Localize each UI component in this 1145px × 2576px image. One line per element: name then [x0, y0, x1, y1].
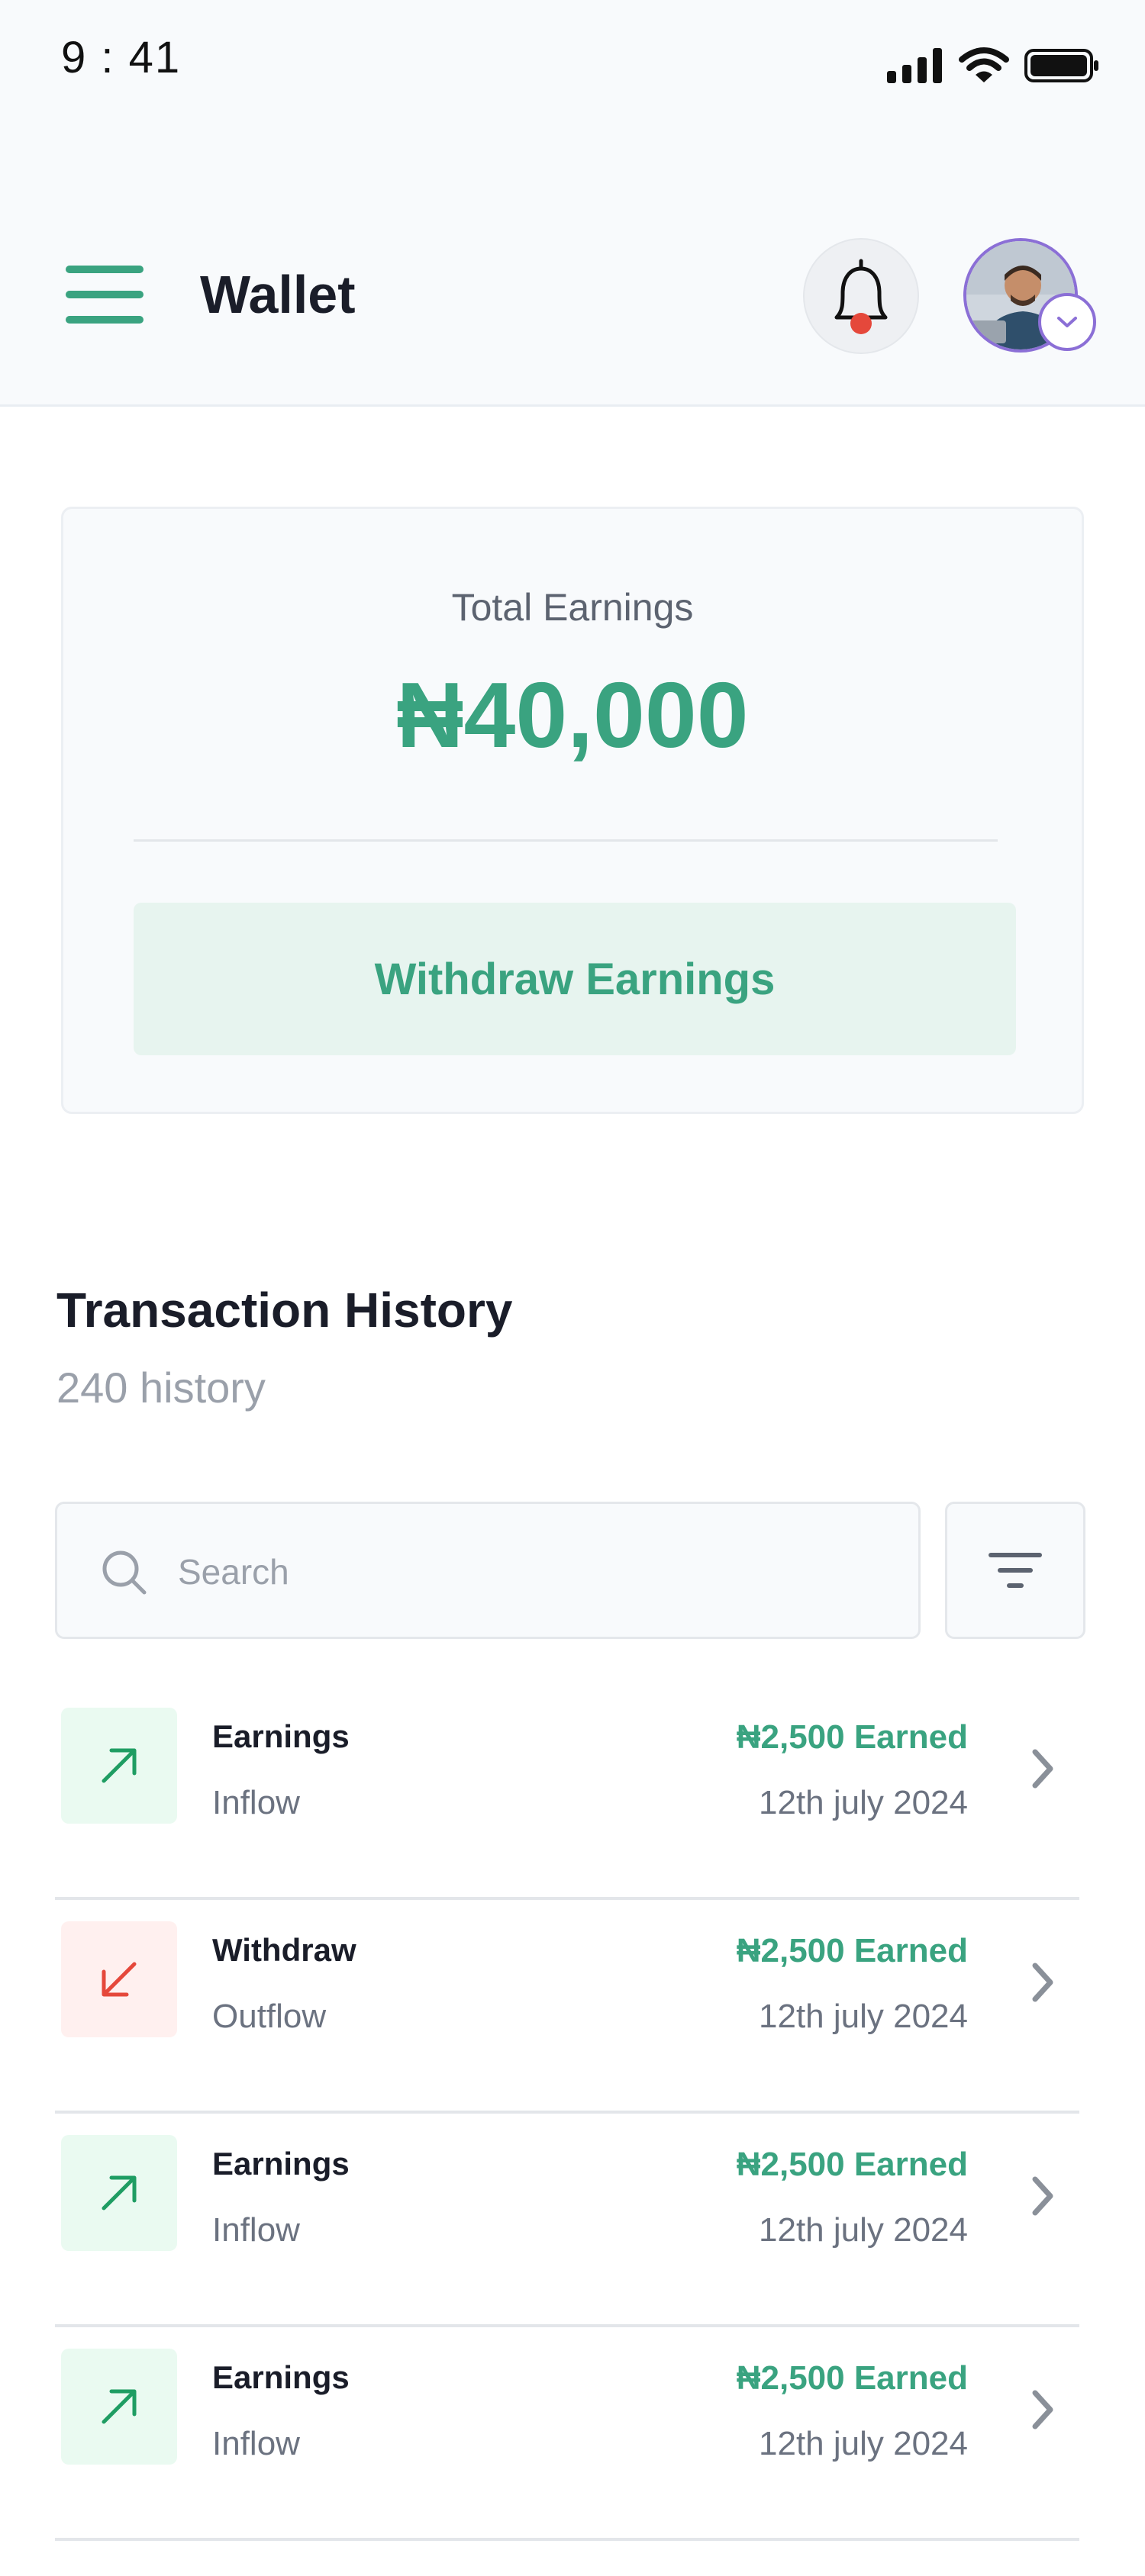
- filter-button[interactable]: [945, 1502, 1085, 1639]
- withdraw-earnings-button[interactable]: Withdraw Earnings: [134, 903, 1016, 1055]
- chevron-down-icon: [1057, 317, 1077, 327]
- arrow-up-right-icon: [102, 2389, 137, 2424]
- earnings-label: Total Earnings: [451, 586, 694, 629]
- transaction-name: Earnings: [212, 1718, 350, 1754]
- transaction-date: 12th july 2024: [759, 2425, 968, 2462]
- transaction-amount: ₦2,500 Earned: [736, 2359, 968, 2397]
- transaction-date: 12th july 2024: [759, 1998, 968, 2035]
- transaction-date: 12th july 2024: [759, 1784, 968, 1821]
- inflow-icon-box: [61, 2349, 177, 2465]
- transaction-amount: ₦2,500 Earned: [736, 1932, 968, 1969]
- transaction-row[interactable]: Earnings Inflow ₦2,500 Earned 12th july …: [55, 2114, 1079, 2327]
- transaction-type: Inflow: [212, 2425, 300, 2462]
- wifi-icon: [959, 47, 1009, 82]
- profile-dropdown-button[interactable]: [1038, 293, 1096, 351]
- transaction-type: Inflow: [212, 1784, 300, 1821]
- search-box[interactable]: [55, 1502, 921, 1639]
- search-icon: [102, 1550, 147, 1595]
- transaction-row[interactable]: Earnings Inflow ₦2,500 Earned 12th july …: [55, 2327, 1079, 2541]
- transaction-amount: ₦2,500 Earned: [736, 1718, 968, 1756]
- inflow-icon-box: [61, 1708, 177, 1824]
- transaction-name: Withdraw: [212, 1932, 356, 1968]
- app-header: 9 : 41 Wallet: [0, 0, 1145, 407]
- notification-dot: [850, 313, 872, 334]
- transaction-row[interactable]: Earnings Inflow ₦2,500 Earned 12th july …: [55, 1686, 1079, 1900]
- bell-icon: [834, 259, 888, 334]
- signal-icon: [887, 48, 942, 83]
- transaction-type: Outflow: [212, 1998, 327, 2035]
- transaction-date: 12th july 2024: [759, 2211, 968, 2249]
- arrow-up-right-icon: [102, 1748, 137, 1783]
- transaction-name: Earnings: [212, 2359, 350, 2395]
- outflow-icon-box: [61, 1921, 177, 2037]
- transaction-amount: ₦2,500 Earned: [736, 2146, 968, 2183]
- chevron-right-icon[interactable]: [1027, 1747, 1058, 1790]
- hamburger-menu-icon: [66, 266, 144, 273]
- menu-button[interactable]: [66, 266, 147, 324]
- transaction-history-title: Transaction History: [56, 1283, 513, 1338]
- arrow-up-right-icon: [102, 2175, 137, 2211]
- earnings-divider: [134, 839, 998, 842]
- page-title: Wallet: [200, 265, 356, 324]
- inflow-icon-box: [61, 2135, 177, 2251]
- transaction-count: 240 history: [56, 1364, 266, 1412]
- battery-icon: [1024, 49, 1098, 82]
- earnings-card: Total Earnings ₦40,000 Withdraw Earnings: [61, 507, 1084, 1114]
- transaction-name: Earnings: [212, 2146, 350, 2182]
- chevron-right-icon[interactable]: [1027, 2388, 1058, 2431]
- transaction-list: Earnings Inflow ₦2,500 Earned 12th july …: [55, 1686, 1079, 2541]
- search-input[interactable]: [176, 1534, 866, 1609]
- transaction-type: Inflow: [212, 2211, 300, 2249]
- chevron-right-icon[interactable]: [1027, 2175, 1058, 2217]
- chevron-right-icon[interactable]: [1027, 1961, 1058, 2004]
- transaction-row[interactable]: Withdraw Outflow ₦2,500 Earned 12th july…: [55, 1900, 1079, 2114]
- arrow-down-left-icon: [102, 1962, 137, 1997]
- filter-icon: [989, 1553, 1042, 1588]
- status-icons: [887, 47, 1101, 84]
- notification-button[interactable]: [803, 238, 919, 354]
- status-time: 9 : 41: [61, 33, 182, 82]
- earnings-amount: ₦40,000: [396, 663, 749, 767]
